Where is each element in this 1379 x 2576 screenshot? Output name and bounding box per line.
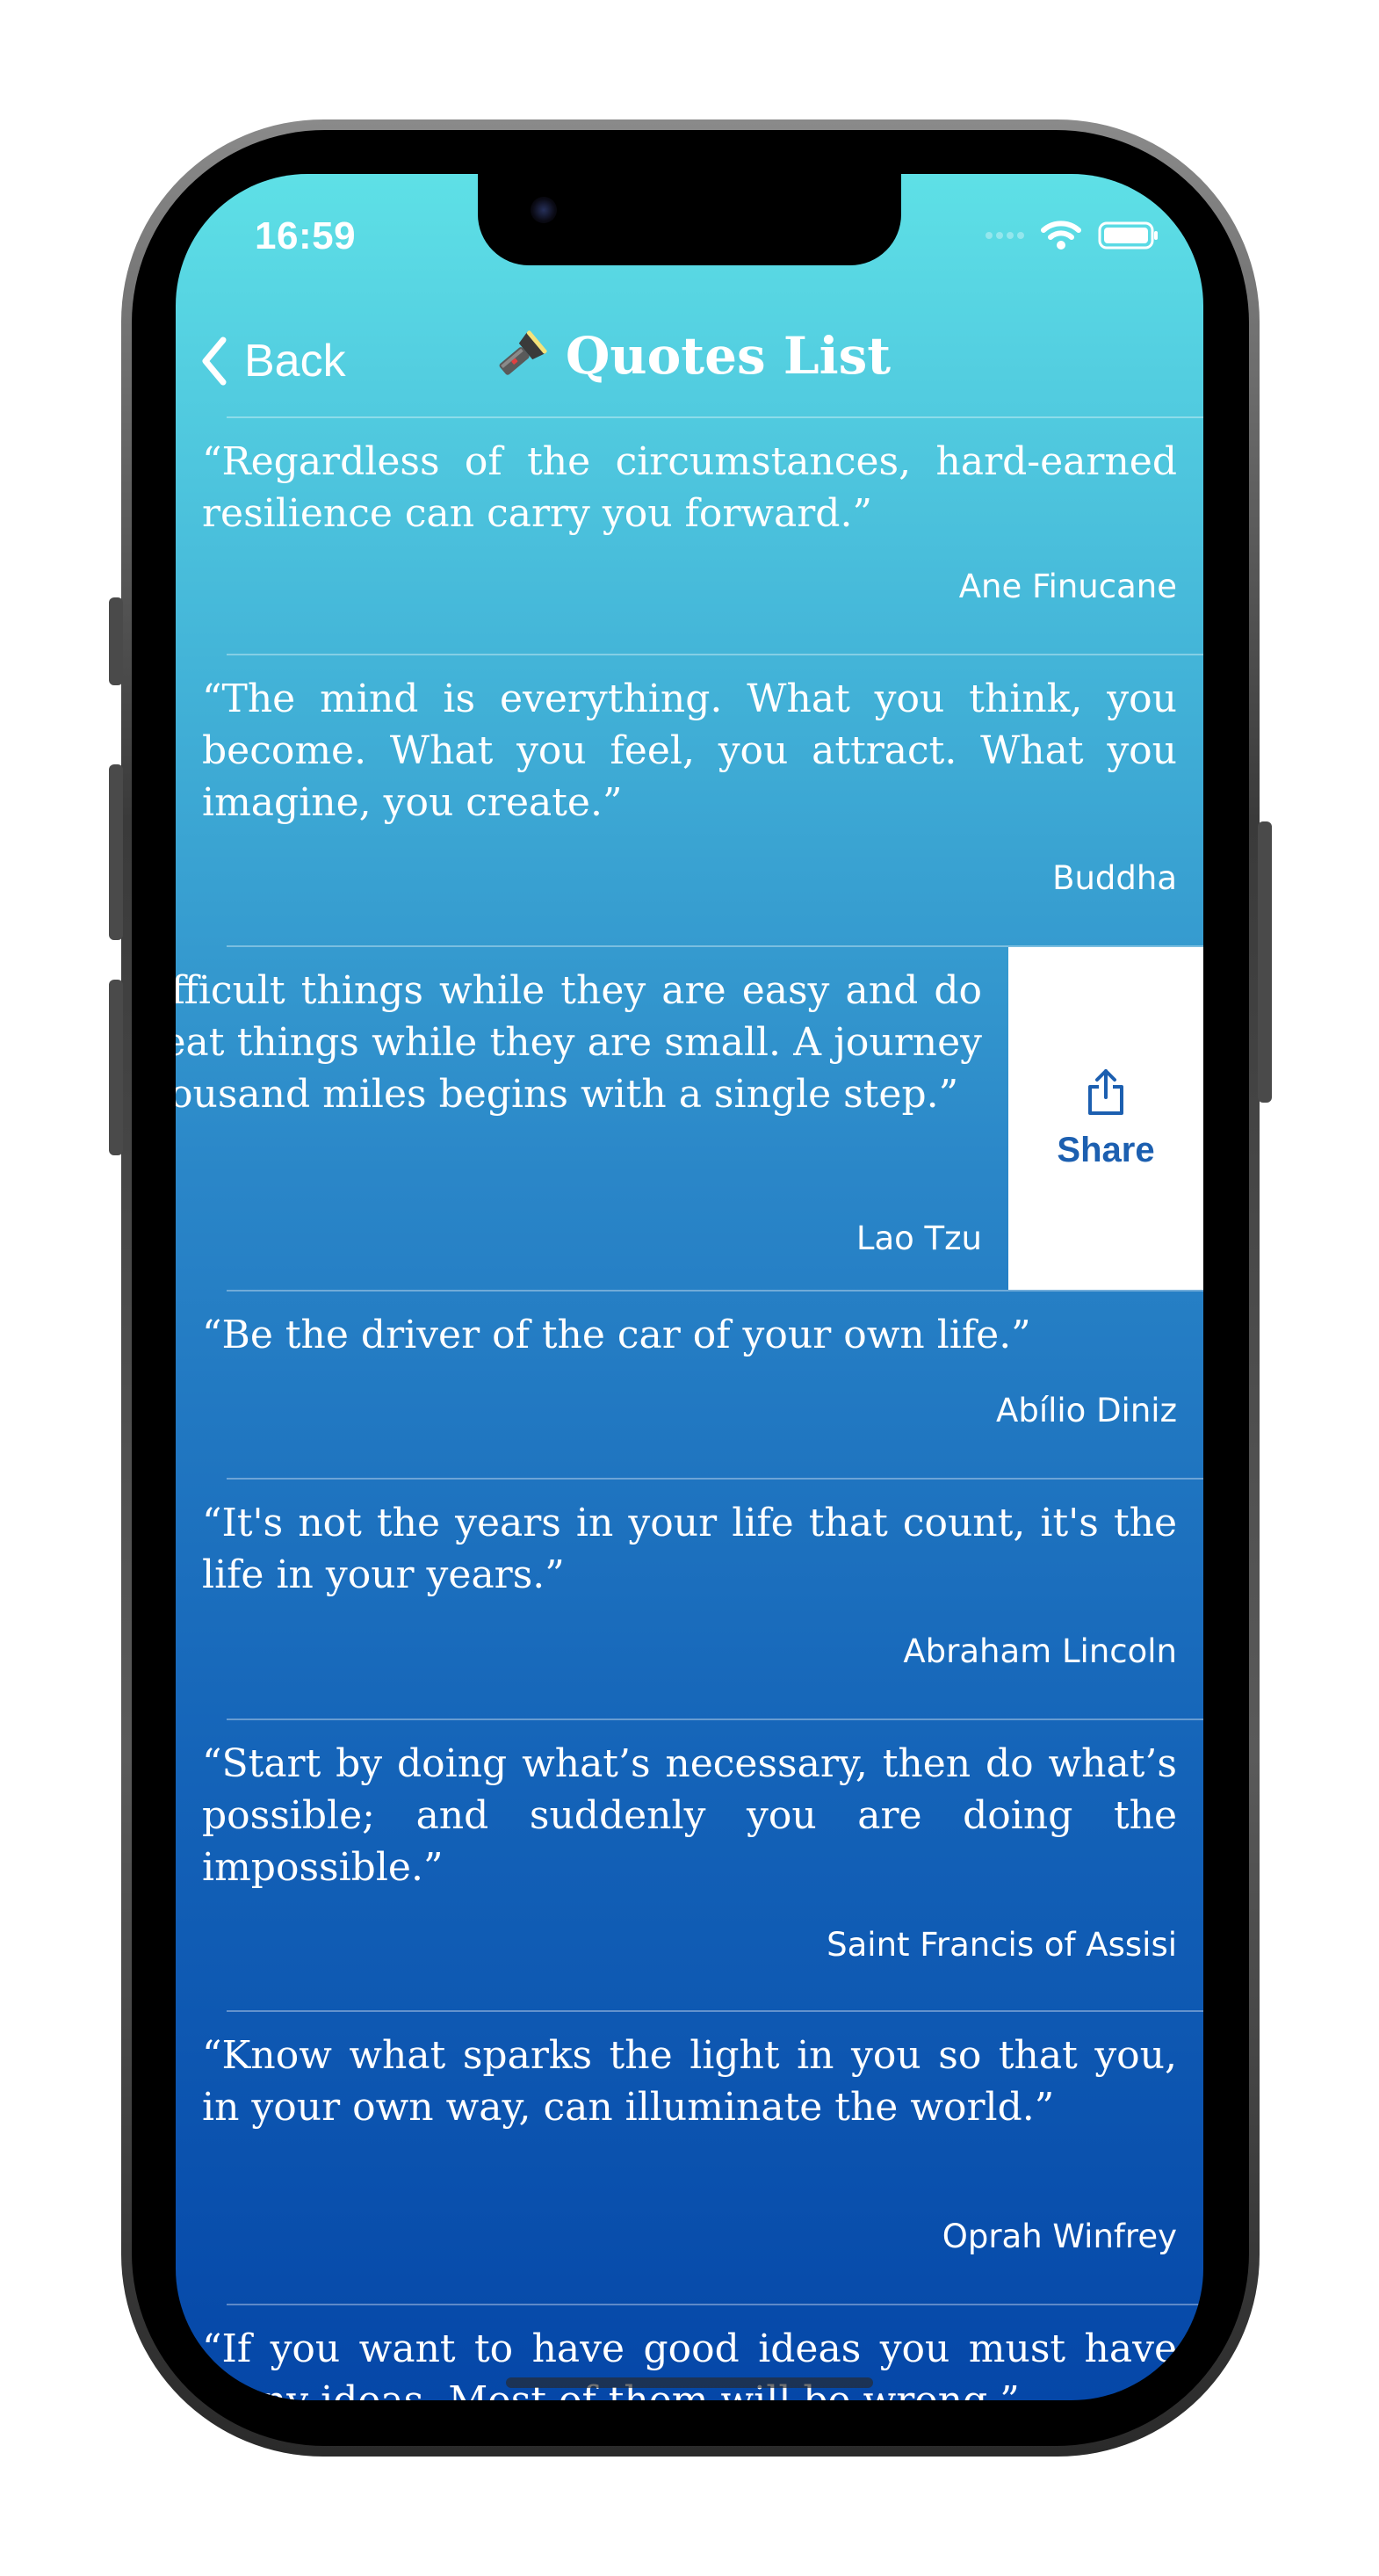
- quote-author: Lao Tzu: [856, 1219, 982, 1257]
- quote-author: Abraham Lincoln: [903, 1632, 1177, 1670]
- quote-author: Abílio Diniz: [996, 1392, 1177, 1429]
- quote-row[interactable]: “It's not the years in your life that co…: [176, 1480, 1203, 1719]
- quote-row[interactable]: “Start by doing what’s necessary, then d…: [176, 1720, 1203, 2010]
- front-camera: [531, 197, 557, 223]
- navigation-bar: Back Quotes List: [176, 315, 1203, 411]
- home-indicator[interactable]: [506, 2377, 873, 2388]
- volume-down-button: [109, 980, 123, 1155]
- notch: [478, 174, 901, 265]
- share-action-button[interactable]: Share: [1008, 947, 1203, 1290]
- app-screen: 16:59 Back Quotes List “Regardless of th…: [176, 174, 1203, 2400]
- share-icon: [1088, 1068, 1123, 1115]
- battery-icon: [1098, 221, 1158, 250]
- quote-author: Buddha: [1052, 859, 1177, 897]
- page-title: Quotes List: [565, 326, 892, 386]
- quote-text: “Know what sparks the light in you so th…: [202, 2033, 1177, 2130]
- quote-text: “Start by doing what’s necessary, then d…: [202, 1741, 1177, 1890]
- quote-text: “Be the driver of the car of your own li…: [202, 1313, 1031, 1357]
- quote-row[interactable]: “Regardless of the circumstances, hard-e…: [176, 418, 1203, 654]
- quote-row-swiped[interactable]: “Do difficult things while they are easy…: [176, 947, 1203, 1290]
- nav-title: Quotes List: [176, 325, 1203, 387]
- mute-switch: [109, 597, 123, 685]
- quote-text: “It's not the years in your life that co…: [202, 1501, 1177, 1597]
- quote-author: Ane Finucane: [958, 568, 1177, 605]
- quote-row[interactable]: “Be the driver of the car of your own li…: [176, 1292, 1203, 1478]
- quote-text: “The mind is everything. What you think,…: [202, 677, 1177, 825]
- quote-text: “If you want to have good ideas you must…: [202, 2326, 1177, 2400]
- flashlight-icon: [499, 330, 547, 375]
- quote-text: “Regardless of the circumstances, hard-e…: [202, 439, 1177, 536]
- quote-text: “Do difficult things while they are easy…: [176, 968, 982, 1117]
- quote-row[interactable]: “Know what sparks the light in you so th…: [176, 2012, 1203, 2304]
- cellular-signal-icon: [986, 232, 1024, 239]
- quote-author: Oprah Winfrey: [942, 2218, 1177, 2255]
- share-label: Share: [1057, 1130, 1155, 1169]
- wifi-icon: [1041, 221, 1081, 250]
- status-indicators: [986, 218, 1159, 253]
- quote-row[interactable]: “The mind is everything. What you think,…: [176, 655, 1203, 945]
- power-button: [1258, 821, 1272, 1103]
- volume-up-button: [109, 764, 123, 940]
- quote-author: Saint Francis of Assisi: [827, 1926, 1177, 1964]
- status-time: 16:59: [255, 214, 357, 257]
